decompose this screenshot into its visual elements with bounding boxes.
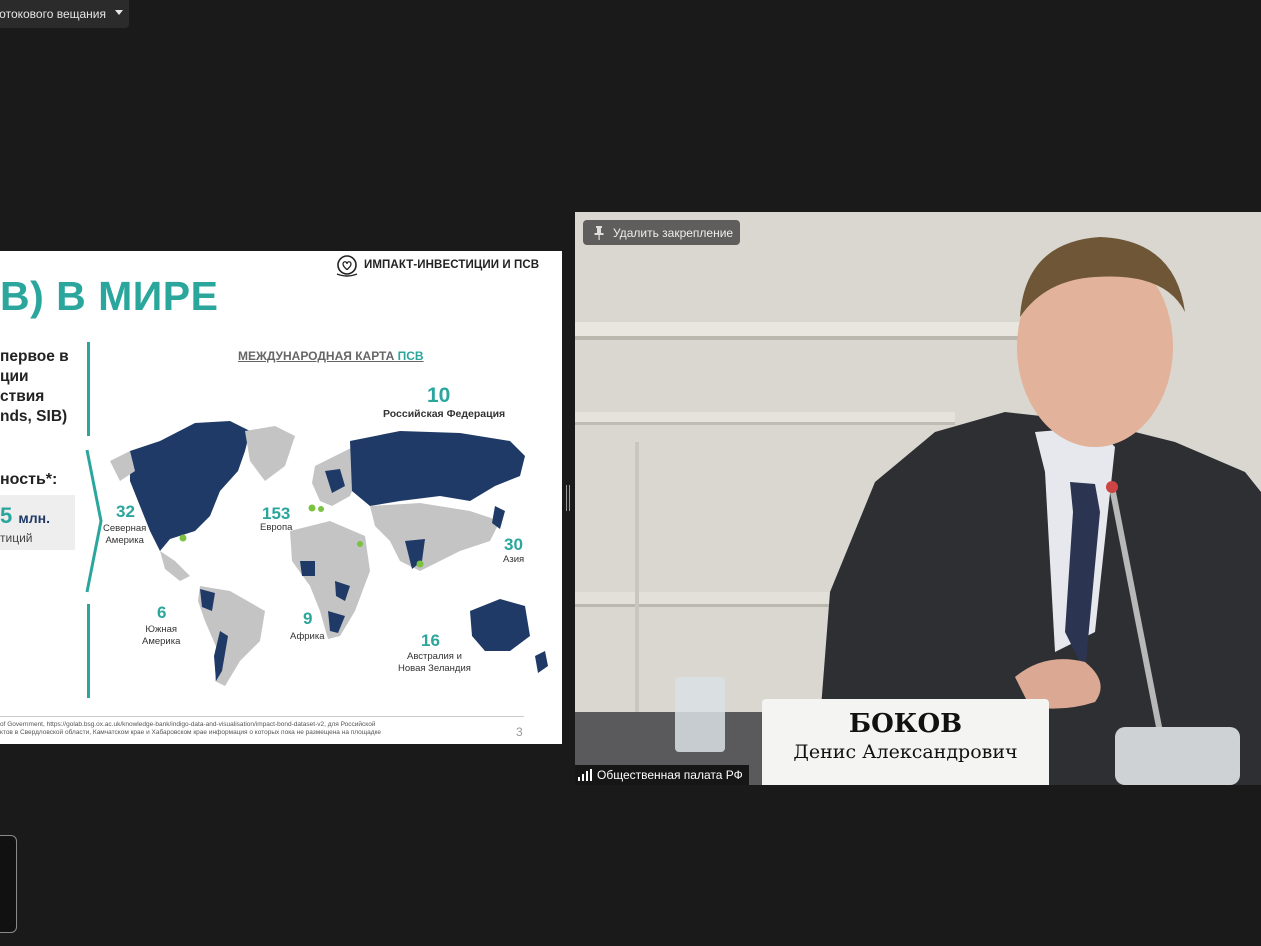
stream-selector-dropdown[interactable]: потокового вещания — [0, 0, 129, 28]
participant-name-tag: Общественная палата РФ — [575, 765, 749, 785]
speaker-video[interactable]: БОКОВ Денис Александрович Удалить закреп… — [575, 212, 1261, 785]
chevron-down-icon — [115, 10, 123, 15]
region-count-north-america: 32 — [116, 502, 135, 521]
shared-slide: ИМПАКТ-ИНВЕСТИЦИИ И ПСВ В) В МИРЕ первое… — [0, 251, 562, 744]
stream-selector-label: потокового вещания — [0, 7, 106, 21]
amount-subtitle: тиций — [0, 531, 33, 545]
divider-bar — [87, 604, 90, 698]
region-label-russia: Российская Федерация — [383, 408, 506, 420]
participant-name: Общественная палата РФ — [597, 768, 743, 782]
plate-first-name: Денис Александрович — [793, 741, 1018, 763]
slide-title: В) В МИРЕ — [0, 273, 219, 319]
pin-icon — [594, 226, 604, 240]
region-label-europe: Европа — [260, 522, 293, 533]
region-label-south-america: Южная Америка — [142, 624, 181, 647]
amount-value: 5 млн. — [0, 503, 50, 528]
region-count-australia: 16 — [421, 631, 440, 650]
logo-icon — [336, 255, 358, 277]
region-count-asia: 30 — [504, 535, 523, 554]
slide-brand: ИМПАКТ-ИНВЕСТИЦИИ И ПСВ — [364, 259, 540, 271]
unpin-label: Удалить закрепление — [613, 225, 734, 240]
splitter-handle[interactable] — [566, 485, 570, 511]
region-count-europe: 153 — [262, 504, 291, 523]
region-count-south-america: 6 — [157, 603, 167, 622]
name-plate: БОКОВ Денис Александрович — [762, 699, 1049, 785]
slide-left-text: первое в ции ствия nds, SIB) — [0, 348, 69, 425]
region-count-russia: 10 — [427, 384, 451, 407]
slide-page-number: 3 — [516, 725, 523, 739]
self-view-tile[interactable] — [0, 835, 17, 933]
slide-left-subtitle: ность*: — [0, 471, 58, 488]
region-label-africa: Африка — [290, 631, 325, 642]
map-title: МЕЖДУНАРОДНАЯ КАРТА ПСВ — [238, 349, 424, 363]
region-label-north-america: Северная Америка — [103, 523, 147, 546]
unpin-button[interactable]: Удалить закрепление — [583, 220, 740, 245]
region-label-asia: Азия — [503, 554, 525, 565]
signal-strength-icon — [578, 769, 592, 781]
world-map — [110, 421, 548, 686]
plate-last-name: БОКОВ — [848, 709, 963, 739]
divider-bar — [87, 342, 90, 436]
footer-rule — [0, 716, 524, 717]
region-label-australia: Австралия и Новая Зеландия — [398, 651, 471, 674]
region-count-africa: 9 — [303, 609, 313, 628]
slide-footnote: of Government, https://golab.bsg.ox.ac.u… — [0, 721, 382, 736]
